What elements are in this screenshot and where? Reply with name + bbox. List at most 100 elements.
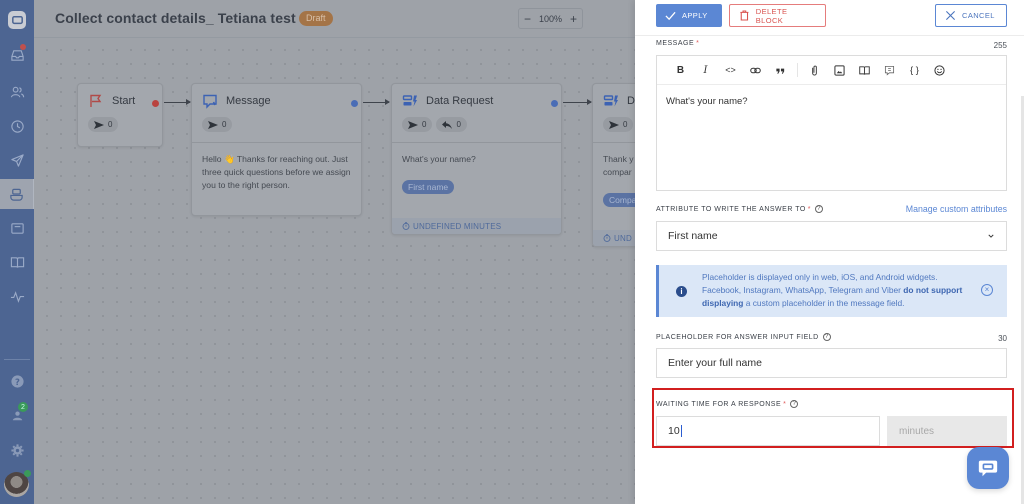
knowledge-article-button[interactable] (852, 60, 877, 80)
book-icon (10, 256, 24, 268)
node-title: Start (112, 95, 136, 107)
connection-edge (563, 99, 592, 105)
attribute-select-value: First name (668, 230, 718, 242)
node-title: D (627, 95, 635, 107)
attribute-select[interactable]: First name (656, 221, 1007, 251)
node-start[interactable]: Start 0 (77, 83, 163, 147)
help-icon[interactable]: ? (790, 400, 799, 408)
attach-button[interactable] (802, 60, 827, 80)
sidebar-item-settings[interactable] (0, 435, 34, 465)
node-message[interactable]: Message 0 Hello 👋 Thanks for reaching ou… (191, 83, 362, 216)
editor-toolbar: B I <> {} (657, 56, 1006, 85)
reply-icon (442, 120, 453, 129)
connection-edge (164, 99, 191, 105)
node-title: Data Request (426, 95, 494, 107)
sidebar-item-history[interactable] (0, 111, 34, 141)
notification-dot (20, 44, 26, 50)
sidebar-item-contacts[interactable] (0, 77, 34, 107)
text-caret (680, 425, 682, 437)
sent-count: 0 (603, 117, 634, 132)
status-badge: Draft (299, 11, 333, 26)
sidebar-item-knowledge-base[interactable] (0, 247, 34, 277)
node-message-text: Hello 👋 Thanks for reaching out. Just th… (192, 142, 361, 192)
info-icon: i (676, 286, 687, 297)
sent-count: 0 (202, 117, 233, 132)
flow-title: Collect contact details_ Tetiana test (55, 10, 296, 26)
connection-edge (363, 99, 390, 105)
placeholder-info-alert: i Placeholder is displayed only in web, … (656, 265, 1007, 317)
message-textarea[interactable]: What's your name? (657, 85, 1006, 118)
message-block-icon (203, 94, 217, 109)
node-title: Message (226, 95, 271, 107)
node-footer: UNDEFINED MINUTES (392, 218, 561, 234)
sidebar-item-inbox[interactable] (0, 40, 34, 70)
italic-button[interactable]: I (693, 60, 718, 80)
sidebar-item-campaigns[interactable] (0, 145, 34, 175)
check-icon (665, 11, 676, 21)
support-chat-button[interactable] (967, 447, 1009, 489)
sidebar-item-chatbots[interactable] (0, 179, 34, 209)
code-button[interactable]: <> (718, 60, 743, 80)
gear-icon (10, 443, 24, 457)
sidebar-item-analytics[interactable] (0, 281, 34, 311)
sidebar-item-team[interactable]: 2 (0, 400, 34, 430)
send-icon (609, 120, 619, 129)
sidebar-item-help[interactable]: ? (0, 366, 34, 396)
team-badge: 2 (18, 402, 28, 412)
node-data-request[interactable]: Data Request 0 0 What's your name? First… (391, 83, 562, 235)
link-icon (750, 67, 761, 73)
output-port[interactable] (551, 100, 558, 107)
zoom-out-button[interactable]: − (524, 12, 531, 26)
bot-icon (10, 188, 23, 201)
chat-logo-icon (8, 11, 26, 29)
saved-reply-button[interactable] (877, 60, 902, 80)
image-button[interactable] (827, 60, 852, 80)
data-request-icon (402, 95, 417, 107)
book-icon (859, 65, 870, 75)
link-button[interactable] (743, 60, 768, 80)
bold-button[interactable]: B (668, 60, 693, 80)
variables-button[interactable]: { } (902, 60, 927, 80)
emoji-icon (934, 64, 945, 76)
flow-header: Collect contact details_ Tetiana test Dr… (34, 0, 635, 38)
trash-icon (740, 10, 749, 21)
message-editor: B I <> {} What's your name? (656, 55, 1007, 191)
send-icon (94, 120, 104, 129)
send-icon (408, 120, 418, 129)
window-icon (10, 222, 24, 234)
note-icon (884, 65, 895, 75)
dismiss-alert-button[interactable]: × (981, 284, 993, 296)
flow-canvas[interactable]: Start 0 Message 0 Hello 👋 Thanks for rea… (34, 39, 652, 504)
apply-button[interactable]: APPLY (656, 4, 722, 27)
attribute-label: ATTRIBUTE TO WRITE THE ANSWER TO *? (656, 205, 824, 213)
zoom-in-button[interactable]: + (570, 12, 577, 26)
sidebar-item-widgets[interactable] (0, 213, 34, 243)
manage-custom-attributes-link[interactable]: Manage custom attributes (906, 204, 1007, 214)
help-icon[interactable]: ? (815, 205, 824, 213)
placeholder-char-counter: 30 (998, 334, 1007, 343)
waiting-time-label: WAITING TIME FOR A RESPONSE *? (656, 400, 799, 408)
quote-button[interactable] (768, 60, 793, 80)
activity-icon (10, 290, 24, 303)
output-port[interactable] (152, 100, 159, 107)
chevron-down-icon (988, 234, 994, 238)
logo[interactable] (0, 5, 34, 35)
quote-icon (776, 68, 785, 74)
waiting-time-input[interactable]: 10 (656, 416, 880, 446)
timer-icon (603, 234, 611, 242)
placeholder-input[interactable]: Enter your full name (656, 348, 1007, 378)
online-status-dot (24, 470, 31, 477)
sent-count: 0 (88, 117, 119, 132)
block-settings-panel: APPLY DELETE BLOCK CANCEL MESSAGE * 255 B… (635, 0, 1024, 504)
emoji-button[interactable] (927, 60, 952, 80)
reply-count: 0 (436, 117, 467, 132)
cancel-button[interactable]: CANCEL (935, 4, 1007, 27)
help-icon[interactable]: ? (822, 333, 831, 341)
close-icon (945, 10, 956, 21)
output-port[interactable] (351, 100, 358, 107)
sidebar-divider (4, 359, 30, 360)
flag-icon (90, 94, 102, 107)
toolbar-divider (797, 63, 798, 77)
zoom-control: − 100% + (518, 8, 583, 29)
delete-block-button[interactable]: DELETE BLOCK (729, 4, 826, 27)
